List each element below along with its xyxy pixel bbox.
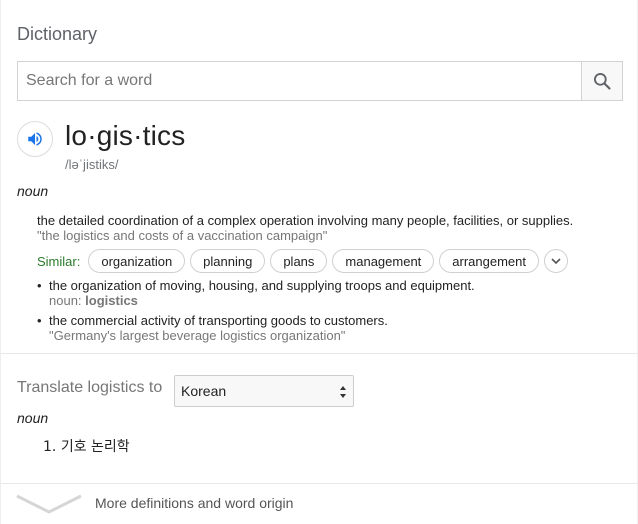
- chevron-down-icon: [551, 258, 561, 265]
- dictionary-card: Dictionary lo·gis·tics /ləˈjistiks/ noun…: [0, 0, 638, 524]
- translation-number: 1.: [43, 439, 57, 455]
- chevron-down-icon: [16, 494, 82, 514]
- similar-chip-planning[interactable]: planning: [190, 249, 266, 273]
- bullet: •: [37, 313, 42, 328]
- pronunciation-button[interactable]: [17, 121, 53, 157]
- more-definitions-label: More definitions and word origin: [95, 495, 294, 511]
- similar-chip-arrangement[interactable]: arrangement: [439, 249, 540, 273]
- sub-definition: • the organization of moving, housing, a…: [37, 278, 475, 293]
- search-button[interactable]: [581, 62, 622, 100]
- selected-language: Korean: [181, 383, 227, 399]
- definition-text: the detailed coordination of a complex o…: [37, 213, 574, 228]
- similar-label: Similar:: [37, 253, 81, 269]
- similar-chip-organization[interactable]: organization: [88, 249, 186, 273]
- similar-words: Similar: organization planning plans man…: [37, 249, 569, 273]
- speaker-icon: [28, 132, 42, 146]
- translation-item: 1. 기호 논리학: [43, 436, 130, 456]
- translation-part-of-speech: noun: [17, 410, 49, 426]
- search-input[interactable]: [18, 62, 581, 100]
- noun-word: logistics: [85, 293, 138, 308]
- dictionary-title: Dictionary: [17, 24, 98, 44]
- select-arrows-icon: [340, 386, 346, 398]
- definition-example: "the logistics and costs of a vaccinatio…: [37, 228, 328, 243]
- sub-definition-text: the organization of moving, housing, and…: [49, 278, 475, 293]
- expand-similar-button[interactable]: [544, 249, 569, 273]
- language-select[interactable]: Korean: [174, 375, 354, 407]
- similar-chip-management[interactable]: management: [332, 249, 435, 273]
- sub-definition-example: "Germany's largest beverage logistics or…: [49, 328, 346, 343]
- bullet: •: [37, 278, 42, 293]
- divider: [1, 483, 638, 484]
- search-icon: [594, 73, 611, 90]
- headword: lo·gis·tics: [65, 120, 186, 151]
- noun-prefix: noun:: [49, 293, 82, 308]
- translate-label: Translate logistics to: [17, 379, 163, 396]
- similar-chip-plans[interactable]: plans: [270, 249, 328, 273]
- search-box: [17, 61, 623, 101]
- sub-definition-text: the commercial activity of transporting …: [49, 313, 388, 328]
- phonetic-spelling: /ləˈjistiks/: [65, 157, 119, 172]
- sub-definition: • the commercial activity of transportin…: [37, 313, 388, 328]
- divider: [1, 353, 638, 354]
- translation-text: 기호 논리학: [60, 439, 130, 455]
- part-of-speech: noun: [17, 183, 49, 199]
- sub-definition-noun: noun: logistics: [49, 293, 138, 308]
- more-definitions-button[interactable]: More definitions and word origin: [15, 490, 415, 518]
